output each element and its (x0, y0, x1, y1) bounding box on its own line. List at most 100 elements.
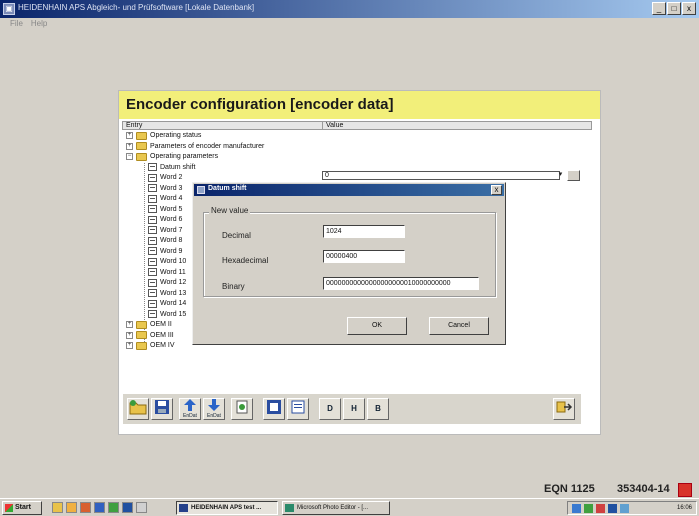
tree-node-label: Operating parameters (150, 153, 219, 160)
parameter-icon (148, 184, 157, 192)
encoder-model: EQN 1125 (544, 483, 595, 495)
task-photo-editor[interactable]: Microsoft Photo Editor - [... (282, 501, 390, 515)
datum-shift-value[interactable]: 0 (322, 171, 560, 180)
tree-node[interactable]: Word 13 (148, 289, 186, 298)
tree-node[interactable]: Word 12 (148, 278, 186, 287)
tree-node[interactable]: + Operating status (126, 131, 201, 140)
ok-button[interactable]: OK (347, 317, 407, 335)
close-button[interactable]: x (682, 2, 696, 15)
tree-node[interactable]: Word 8 (148, 236, 182, 245)
tray-monitor-icon[interactable] (608, 504, 617, 513)
photo-editor-icon (285, 504, 294, 512)
download-endat-label: EnDat (207, 413, 221, 419)
tree-node-label: Operating status (150, 132, 202, 139)
tray-alert-icon[interactable] (596, 504, 605, 513)
tray-volume-icon[interactable] (620, 504, 629, 513)
cancel-button[interactable]: Cancel (429, 317, 489, 335)
upload-endat-button[interactable]: EnDat (179, 398, 201, 420)
menu-bar: File Help (0, 19, 699, 33)
column-value[interactable]: Value (323, 122, 343, 129)
tree-node[interactable]: − Operating parameters (126, 152, 218, 161)
tree-node[interactable]: Word 11 (148, 268, 186, 277)
parameter-icon (148, 257, 157, 266)
tree-node[interactable]: Word 7 (148, 226, 182, 235)
open-folder-icon[interactable] (127, 398, 149, 420)
tree-node[interactable]: Word 14 (148, 299, 186, 308)
tree-node-label: Word 13 (160, 289, 187, 297)
tree-node[interactable]: Word 10 (148, 257, 186, 266)
parameter-icon (148, 289, 157, 297)
decimal-input[interactable]: 1024 (323, 225, 405, 238)
tree-node[interactable]: Word 15 (148, 310, 186, 319)
tree-node[interactable]: Word 9 (148, 247, 182, 256)
download-endat-button[interactable]: EnDat (203, 398, 225, 420)
tree-node-label: OEM III (150, 331, 174, 339)
quicklaunch-app-icon[interactable] (66, 502, 77, 513)
tree-node[interactable]: + OEM IV (126, 341, 175, 350)
tree-node-label: Datum shift (160, 163, 196, 171)
tree-node[interactable]: Word 3 (148, 184, 182, 193)
binary-display-button[interactable]: B (367, 398, 389, 420)
collapse-icon[interactable]: − (126, 153, 133, 160)
expand-icon[interactable]: + (126, 331, 133, 339)
maximize-button[interactable]: □ (667, 2, 681, 15)
app-icon: ▣ (3, 3, 15, 15)
tree-node[interactable]: Word 6 (148, 215, 182, 224)
folder-icon (136, 320, 147, 329)
view-list-icon[interactable] (287, 398, 309, 420)
task-heidenhain-aps[interactable]: HEIDENHAIN APS test ... (176, 501, 278, 515)
quicklaunch-app2-icon[interactable] (80, 502, 91, 513)
start-button[interactable]: Start (2, 501, 42, 515)
quicklaunch-app3-icon[interactable] (94, 502, 105, 513)
expand-icon[interactable]: + (126, 321, 133, 328)
quicklaunch-app6-icon[interactable] (136, 502, 147, 513)
minimize-button[interactable]: _ (652, 2, 666, 15)
system-tray: 16:06 (567, 501, 697, 515)
tree-node-label: Word 5 (160, 205, 183, 213)
folder-icon (136, 131, 147, 140)
tree-node[interactable]: + Parameters of encoder manufacturer (126, 142, 264, 151)
tree-node[interactable]: + OEM II (126, 320, 172, 329)
tray-network-icon[interactable] (572, 504, 581, 513)
tree-node-label: Word 15 (160, 310, 187, 318)
hex-display-button[interactable]: H (343, 398, 365, 420)
dialog-icon (197, 186, 205, 194)
quicklaunch-folder-icon[interactable] (52, 502, 63, 513)
datum-shift-dialog: Datum shift x New value Decimal 1024 Hex… (192, 182, 506, 345)
tray-app-icon[interactable] (584, 504, 593, 513)
save-icon[interactable] (151, 398, 173, 420)
tree-node-label: Word 6 (160, 216, 183, 223)
expand-icon[interactable]: + (126, 132, 133, 139)
quicklaunch-app5-icon[interactable] (122, 502, 133, 513)
export-icon[interactable] (231, 398, 253, 420)
menu-file[interactable]: File (10, 19, 23, 33)
task-heidenhain-label: HEIDENHAIN APS test ... (191, 505, 262, 511)
exit-button[interactable] (553, 398, 575, 420)
tree-node[interactable]: Datum shift (148, 163, 195, 172)
hexadecimal-input[interactable]: 00000400 (323, 250, 405, 263)
tree-node[interactable]: Word 2 (148, 173, 182, 182)
parameter-icon (148, 163, 157, 171)
edit-value-button[interactable] (567, 170, 580, 181)
folder-icon (136, 341, 147, 350)
dialog-close-button[interactable]: x (491, 185, 502, 195)
tree-node-label: Word 11 (160, 268, 186, 276)
tree-node-label: Word 7 (160, 226, 183, 234)
tree-node[interactable]: Word 4 (148, 194, 182, 203)
quicklaunch-app4-icon[interactable] (108, 502, 119, 513)
parameter-icon (148, 278, 157, 287)
menu-help[interactable]: Help (31, 19, 47, 33)
upload-endat-label: EnDat (183, 413, 197, 419)
tree-node[interactable]: Word 5 (148, 205, 182, 214)
expand-icon[interactable]: + (126, 342, 133, 349)
binary-label: Binary (222, 282, 245, 291)
expand-icon[interactable]: + (126, 142, 133, 150)
binary-input[interactable]: 00000000000000000000010000000000 (323, 277, 479, 290)
chevron-down-icon[interactable]: ▾ (556, 171, 565, 180)
column-entry[interactable]: Entry (123, 122, 323, 129)
tree-node[interactable]: + OEM III (126, 331, 174, 340)
tree-node-label: Word 10 (160, 258, 187, 265)
tree-node-label: Parameters of encoder manufacturer (150, 142, 265, 150)
decimal-display-button[interactable]: D (319, 398, 341, 420)
view-table-icon[interactable] (263, 398, 285, 420)
